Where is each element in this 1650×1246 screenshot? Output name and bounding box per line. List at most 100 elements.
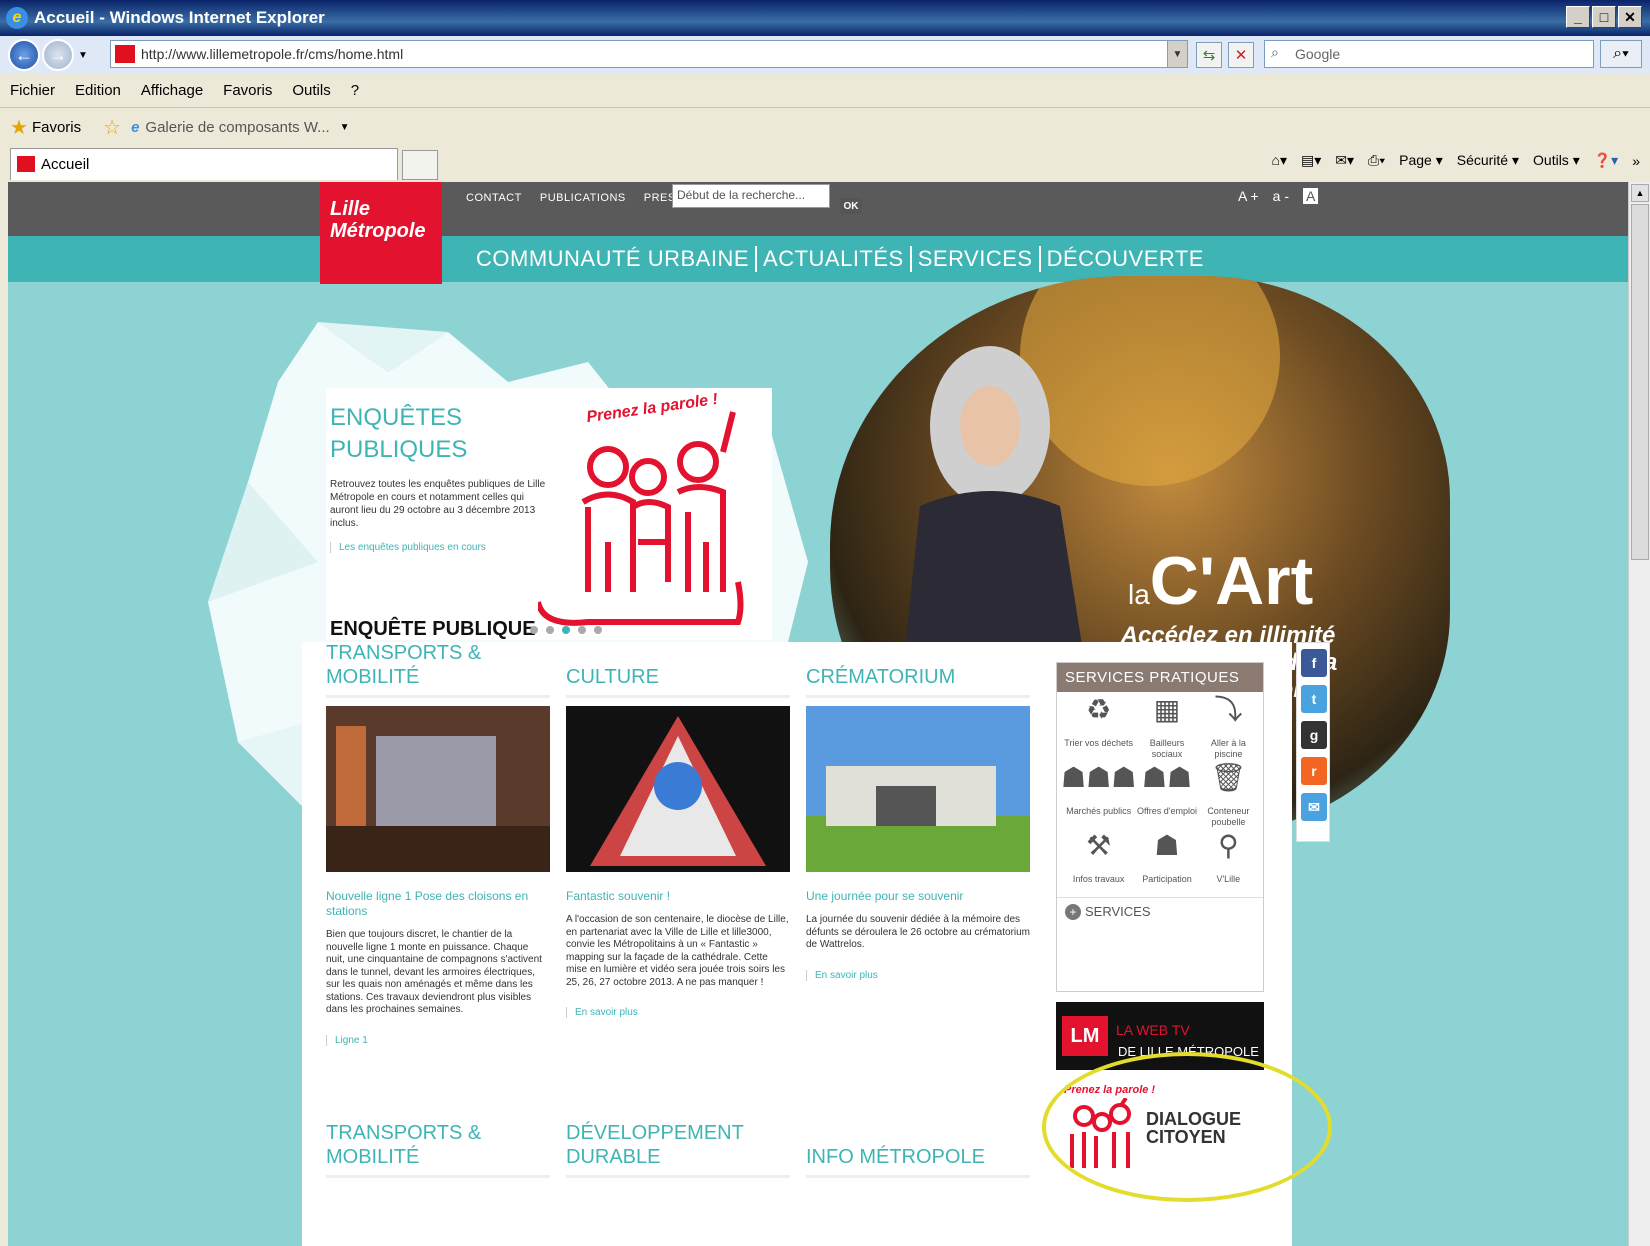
service-piscine[interactable]: ⤵ Aller à la piscine	[1198, 696, 1259, 760]
gallery-link[interactable]: Galerie de composants W...	[145, 119, 329, 136]
scroll-thumb[interactable]	[1631, 204, 1649, 560]
print-icon[interactable]: ⎙▾	[1368, 152, 1385, 169]
font-decrease-button[interactable]: a -	[1273, 188, 1289, 204]
nav-services[interactable]: SERVICES	[912, 246, 1041, 272]
menu-favorites[interactable]: Favoris	[213, 82, 282, 99]
service-marches[interactable]: ☗☗☗ Marchés publics	[1061, 764, 1136, 828]
services-header: SERVICES PRATIQUES	[1057, 663, 1263, 692]
column-title[interactable]: TRANSPORTS & MOBILITÉ	[326, 642, 550, 698]
font-reset-button[interactable]: A	[1302, 188, 1319, 204]
history-dropdown-icon[interactable]: ▼	[78, 50, 88, 61]
service-travaux[interactable]: ⚒ Infos travaux	[1061, 832, 1136, 885]
address-dropdown-icon[interactable]: ▼	[1167, 41, 1187, 67]
search-go-button[interactable]: ⌕▾	[1600, 40, 1642, 68]
nav-decouverte[interactable]: DÉCOUVERTE	[1041, 246, 1210, 272]
news-column-row2: INFO MÉTROPOLE	[806, 1122, 1030, 1178]
metro-station-photo[interactable]	[326, 706, 550, 872]
slider-dot[interactable]	[546, 626, 554, 634]
favorites-button[interactable]: Favoris	[32, 119, 81, 136]
address-url: http://www.lillemetropole.fr/cms/home.ht…	[141, 46, 404, 62]
column-subtitle[interactable]: Nouvelle ligne 1 Pose des cloisons en st…	[326, 889, 550, 919]
service-participation[interactable]: ☗ Participation	[1136, 832, 1197, 885]
column-title[interactable]: CRÉMATORIUM	[806, 642, 1030, 698]
menu-file[interactable]: Fichier	[0, 82, 65, 99]
facebook-icon[interactable]: f	[1301, 649, 1327, 677]
services-grid: ♻ Trier vos déchets ▦ Bailleurs sociaux ⤵ A…	[1057, 692, 1263, 897]
service-vlille[interactable]: ⚲ V'Lille	[1198, 832, 1259, 885]
column-subtitle[interactable]: Une journée pour se souvenir	[806, 889, 1030, 904]
back-button[interactable]: ←	[8, 39, 40, 71]
column-link[interactable]: En savoir plus	[806, 969, 1030, 981]
forward-button[interactable]: →	[42, 39, 74, 71]
ie-icon: e	[6, 7, 28, 29]
stop-icon[interactable]: ✕	[1228, 42, 1254, 68]
mail-read-icon[interactable]: ✉▾	[1335, 152, 1354, 169]
site-logo[interactable]: Lille Métropole	[320, 182, 442, 284]
site-search-input[interactable]: Début de la recherche...	[672, 184, 830, 208]
address-toolbar: ← → ▼ http://www.lillemetropole.fr/cms/h…	[0, 36, 1650, 74]
contact-link[interactable]: CONTACT	[466, 192, 522, 204]
nav-communaute-urbaine[interactable]: COMMUNAUTÉ URBAINE	[470, 246, 758, 272]
tab-accueil[interactable]: Accueil	[10, 148, 398, 180]
window-titlebar: e Accueil - Windows Internet Explorer _ …	[0, 0, 1650, 36]
service-trier-dechets[interactable]: ♻ Trier vos déchets	[1061, 696, 1136, 760]
mail-icon[interactable]: ✉	[1301, 793, 1327, 821]
rss-icon[interactable]: r	[1301, 757, 1327, 785]
social-bar: f t g r ✉	[1296, 642, 1330, 842]
menu-edit[interactable]: Edition	[65, 82, 131, 99]
font-increase-button[interactable]: A +	[1238, 188, 1259, 204]
site-search-ok-button[interactable]: OK	[840, 198, 862, 214]
column-title[interactable]: INFO MÉTROPOLE	[806, 1122, 1030, 1178]
tools-menu[interactable]: Outils ▾	[1533, 152, 1580, 169]
search-input[interactable]: ⌕ Google	[1264, 40, 1594, 68]
help-icon[interactable]: ❓▾	[1594, 152, 1618, 169]
page-menu[interactable]: Page ▾	[1399, 152, 1443, 169]
column-text: A l'occasion de son centenaire, le diocè…	[566, 914, 789, 988]
new-tab-button[interactable]	[402, 150, 438, 180]
address-input[interactable]: http://www.lillemetropole.fr/cms/home.ht…	[110, 40, 1188, 68]
minimize-button[interactable]: _	[1566, 6, 1590, 28]
cathedral-mapping-photo[interactable]	[566, 706, 790, 872]
site-favicon	[115, 45, 135, 63]
column-link[interactable]: En savoir plus	[566, 1007, 790, 1018]
feeds-icon[interactable]: ▤▾	[1301, 152, 1321, 169]
crematorium-photo[interactable]	[806, 706, 1030, 872]
google-icon[interactable]: g	[1301, 721, 1327, 749]
home-icon[interactable]: ⌂▾	[1272, 152, 1287, 169]
refresh-icon[interactable]: ⇆	[1196, 42, 1222, 68]
column-title[interactable]: TRANSPORTS & MOBILITÉ	[326, 1122, 550, 1178]
scroll-up-icon[interactable]: ▲	[1631, 184, 1649, 202]
slide-title: ENQUÊTES PUBLIQUES	[330, 404, 468, 463]
column-title[interactable]: DÉVELOPPEMENT DURABLE	[566, 1122, 790, 1178]
menu-view[interactable]: Affichage	[131, 82, 213, 99]
close-button[interactable]: ✕	[1618, 6, 1642, 28]
add-favorite-icon[interactable]: ☆	[103, 115, 121, 140]
gallery-dropdown-icon[interactable]: ▼	[340, 122, 350, 133]
menu-tools[interactable]: Outils	[282, 82, 340, 99]
page-viewport: Lille Métropole CONTACT PUBLICATIONS PRE…	[8, 182, 1630, 1246]
slider-dot[interactable]	[530, 626, 538, 634]
service-bailleurs[interactable]: ▦ Bailleurs sociaux	[1136, 696, 1197, 760]
column-subtitle[interactable]: Fantastic souvenir !	[566, 889, 790, 904]
chevron-more-icon[interactable]: »	[1632, 153, 1640, 169]
command-bar: ⌂▾ ▤▾ ✉▾ ⎙▾ Page ▾ Sécurité ▾ Outils ▾ ❓…	[1272, 152, 1641, 169]
slide-link[interactable]: Les enquêtes publiques en cours	[330, 542, 548, 553]
service-label: Participation	[1142, 874, 1192, 884]
service-label: Infos travaux	[1072, 874, 1125, 884]
news-column-culture: CULTURE Fantastic souvenir ! A l'occasio…	[566, 642, 790, 1018]
service-conteneur[interactable]: 🗑 Conteneur poubelle	[1198, 764, 1259, 828]
publications-link[interactable]: PUBLICATIONS	[540, 192, 626, 204]
slider-dot-active[interactable]	[562, 626, 570, 634]
slider-dot[interactable]	[578, 626, 586, 634]
vertical-scrollbar[interactable]: ▲	[1628, 182, 1650, 1246]
column-title[interactable]: CULTURE	[566, 642, 790, 698]
nav-actualites[interactable]: ACTUALITÉS	[757, 246, 912, 272]
service-emploi[interactable]: ☗☗ Offres d'emploi	[1136, 764, 1197, 828]
security-menu[interactable]: Sécurité ▾	[1457, 152, 1519, 169]
services-more-link[interactable]: + SERVICES	[1057, 897, 1263, 926]
column-link[interactable]: Ligne 1	[326, 1034, 550, 1046]
slider-dot[interactable]	[594, 626, 602, 634]
maximize-button[interactable]: □	[1592, 6, 1616, 28]
menu-help[interactable]: ?	[341, 82, 369, 99]
twitter-icon[interactable]: t	[1301, 685, 1327, 713]
